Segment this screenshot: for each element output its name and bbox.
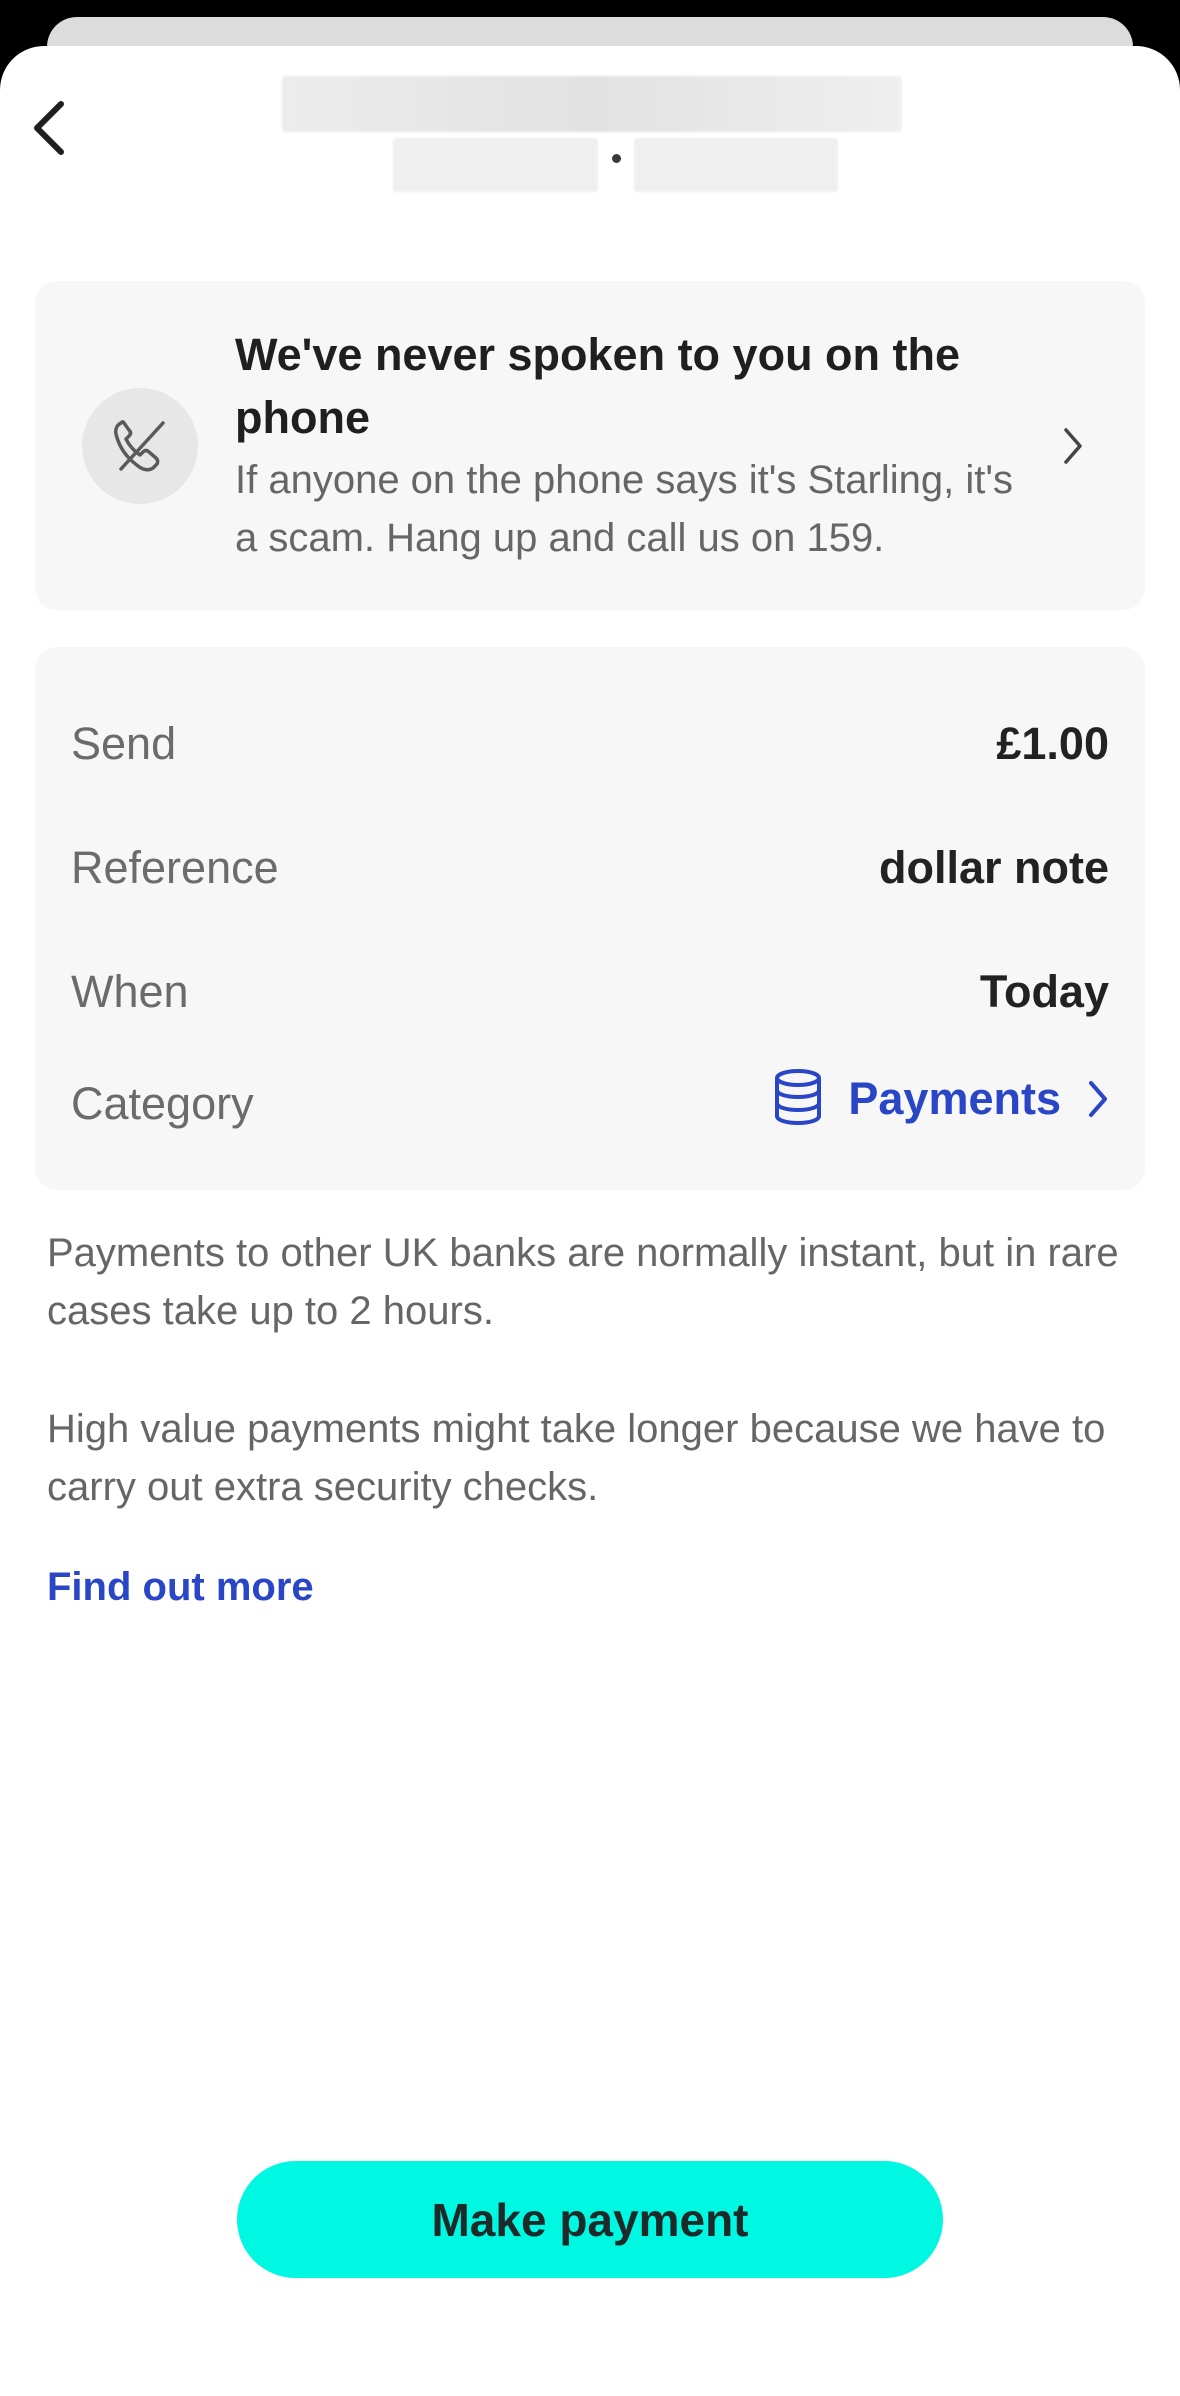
scam-icon-circle xyxy=(82,388,198,504)
category-label: Category xyxy=(71,1078,254,1129)
when-label: When xyxy=(71,966,189,1017)
recipient-account-number-redacted xyxy=(634,138,838,192)
category-selector[interactable]: Payments xyxy=(772,1059,1109,1139)
separator-dot xyxy=(612,154,621,163)
payment-details-card: Send £1.00 Reference dollar note When To… xyxy=(35,647,1145,1190)
high-value-payment-info: High value payments might take longer be… xyxy=(47,1407,1106,1509)
scam-banner-title: We've never spoken to you on the phone xyxy=(235,329,961,443)
make-payment-button[interactable]: Make payment xyxy=(237,2161,943,2278)
scam-banner-body: If anyone on the phone says it's Starlin… xyxy=(235,458,1013,560)
phone-crossed-icon xyxy=(114,420,165,472)
chevron-right-icon xyxy=(1089,1081,1107,1117)
detail-row-when: When Today xyxy=(71,957,1109,1027)
reference-value: dollar note xyxy=(878,842,1109,893)
instant-payment-info: Payments to other UK banks are normally … xyxy=(47,1231,1119,1333)
detail-row-send: Send £1.00 xyxy=(71,709,1109,779)
send-amount: £1.00 xyxy=(996,718,1109,769)
detail-row-reference: Reference dollar note xyxy=(71,833,1109,903)
category-value: Payments xyxy=(848,1073,1061,1124)
chevron-left-icon xyxy=(34,101,64,155)
when-value: Today xyxy=(979,966,1109,1017)
recipient-name-redacted xyxy=(282,76,902,132)
coins-stack-icon xyxy=(775,1069,822,1126)
detail-row-category: Category Payments xyxy=(71,1069,1109,1139)
scam-warning-banner[interactable]: We've never spoken to you on the phone I… xyxy=(35,281,1145,610)
reference-label: Reference xyxy=(71,842,279,893)
recipient-sort-code-redacted xyxy=(393,138,598,192)
back-button[interactable] xyxy=(14,90,84,166)
screen: We've never spoken to you on the phone I… xyxy=(0,0,1180,2396)
find-out-more-link[interactable]: Find out more xyxy=(47,1558,314,1616)
send-label: Send xyxy=(71,718,177,769)
chevron-right-icon xyxy=(1053,419,1093,473)
